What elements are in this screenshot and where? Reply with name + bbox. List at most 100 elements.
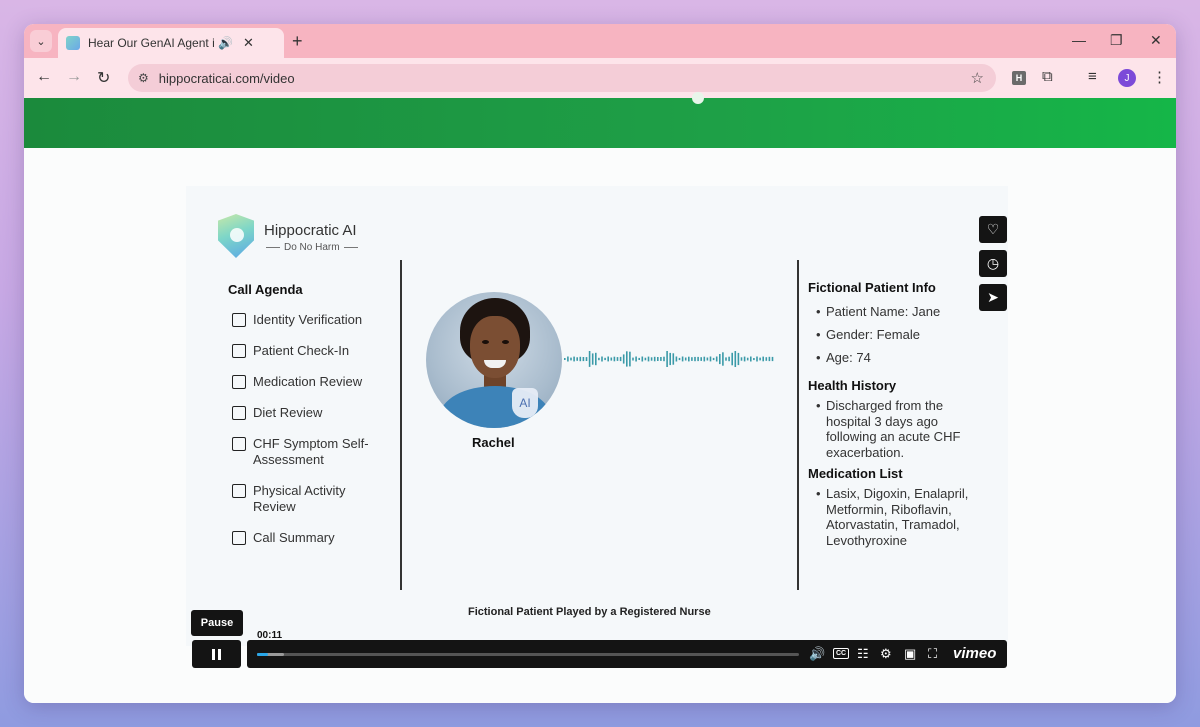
puzzle-icon[interactable]: ⧉	[1042, 68, 1053, 85]
waveform-bar	[567, 356, 569, 362]
vimeo-logo[interactable]: vimeo	[953, 645, 996, 662]
speaker-icon[interactable]: 🔊	[218, 36, 233, 50]
watch-later-button[interactable]: ◷	[979, 250, 1007, 277]
browser-tab[interactable]: Hear Our GenAI Agent in Action 🔊 ✕	[58, 28, 284, 58]
waveform-bar	[697, 356, 699, 362]
checkbox-icon	[232, 313, 246, 327]
info-text: Gender: Female	[826, 327, 920, 342]
tab-strip: ⌄ Hear Our GenAI Agent in Action 🔊 ✕ + —…	[24, 24, 1176, 58]
green-banner	[24, 92, 1176, 148]
waveform-bar	[691, 357, 693, 361]
patient-info-title: Fictional Patient Info	[808, 280, 936, 295]
player-control-bar: 🔊 CC ☷ ⚙ ▣ ⛶ vimeo	[247, 640, 1007, 668]
agenda-label: Diet Review	[253, 405, 323, 420]
heart-icon: ♡	[986, 221, 1000, 237]
agenda-item: Medication Review	[232, 374, 383, 390]
bullet: •	[816, 304, 821, 319]
waveform-bar	[604, 357, 606, 361]
picture-in-picture-icon[interactable]: ▣	[904, 646, 916, 662]
like-button[interactable]: ♡	[979, 216, 1007, 243]
progress-track[interactable]	[257, 653, 799, 656]
waveform-bar	[663, 356, 665, 362]
extension-h-icon[interactable]: H	[1012, 71, 1026, 85]
agenda-label: CHF Symptom Self-Assessment	[253, 436, 369, 467]
gear-icon[interactable]: ⚙	[880, 646, 892, 662]
waveform-bar	[722, 352, 724, 366]
cc-icon[interactable]: CC	[833, 648, 849, 659]
close-icon[interactable]: ✕	[243, 35, 254, 51]
pause-icon	[212, 648, 221, 660]
window-close-icon[interactable]: ✕	[1150, 32, 1162, 49]
minimize-icon[interactable]: —	[1072, 32, 1086, 48]
waveform-bar	[734, 351, 737, 367]
waveform-bar	[629, 351, 631, 367]
share-button[interactable]: ➤	[979, 284, 1007, 311]
bullet: •	[816, 350, 821, 365]
waveform-bar	[585, 357, 588, 361]
waveform-bar	[653, 356, 656, 362]
chevron-down-icon: ⌄	[36, 35, 46, 48]
playlist-icon[interactable]: ≡	[1088, 68, 1097, 85]
waveform-bar	[650, 357, 653, 361]
agenda-label: Physical Activity Review	[253, 483, 346, 514]
patient-info-item: • Age: 74	[816, 350, 986, 366]
portrait-eye	[502, 340, 509, 344]
ai-badge: AI	[512, 388, 538, 418]
video-caption: Fictional Patient Played by a Registered…	[468, 606, 711, 618]
waveform-bar	[688, 356, 690, 362]
arrow-right-icon[interactable]: →	[66, 68, 82, 86]
bullet: •	[816, 327, 821, 342]
waveform-bar	[743, 356, 746, 362]
waveform-bar	[598, 357, 600, 361]
waveform-bar	[765, 357, 768, 361]
waveform-bar	[591, 353, 594, 365]
waveform-bar	[638, 357, 640, 360]
checkbox-icon	[232, 484, 246, 498]
waveform-bar	[601, 356, 603, 362]
pause-button[interactable]	[192, 640, 241, 668]
plus-icon[interactable]: +	[292, 31, 303, 52]
pause-tooltip: Pause	[191, 610, 243, 636]
portrait-face	[470, 316, 520, 378]
agenda-title: Call Agenda	[228, 282, 303, 297]
tagline-rule	[343, 247, 358, 248]
waveform-bar	[750, 356, 752, 362]
arrow-left-icon[interactable]: ←	[36, 68, 52, 86]
waveform-bar	[694, 356, 696, 362]
restore-icon[interactable]: ❐	[1110, 32, 1123, 49]
checkbox-icon	[232, 375, 246, 389]
waveform-bar	[712, 357, 715, 361]
bullet: •	[816, 398, 821, 413]
fullscreen-icon[interactable]: ⛶	[928, 646, 937, 662]
waveform-bar	[564, 358, 566, 360]
waveform-bar	[644, 357, 647, 361]
waveform-bar	[709, 356, 712, 362]
waveform-bar	[657, 357, 659, 361]
waveform-bar	[576, 357, 578, 361]
progress-fill	[257, 653, 268, 656]
avatar[interactable]: J	[1118, 69, 1136, 87]
url-text[interactable]: hippocraticai.com/video	[159, 71, 295, 86]
kebab-icon[interactable]: ⋮	[1152, 68, 1167, 86]
checkbox-icon	[232, 406, 246, 420]
waveform-bar	[719, 354, 721, 365]
waveform-bar	[579, 356, 582, 362]
send-icon: ➤	[987, 289, 999, 305]
address-bar[interactable]: ⚙ hippocraticai.com/video ☆	[128, 64, 996, 92]
health-history-item: • Discharged from the hospital 3 days ag…	[816, 398, 976, 460]
waveform-bar	[647, 356, 650, 362]
patient-info-item: • Gender: Female	[816, 327, 986, 343]
tune-icon[interactable]: ⚙	[138, 71, 149, 85]
volume-icon[interactable]: 🔊	[809, 646, 825, 662]
reload-icon[interactable]: ↻	[97, 68, 110, 88]
waveform-bar	[570, 357, 572, 361]
tab-search-button[interactable]: ⌄	[30, 30, 52, 52]
video-frame[interactable]: Hippocratic AI Do No Harm Call Agenda Id…	[186, 186, 1008, 646]
waveform-bar	[762, 356, 764, 362]
waveform-bar	[666, 351, 668, 367]
waveform-bar	[573, 356, 575, 362]
transcript-icon[interactable]: ☷	[857, 646, 869, 662]
waveform-bar	[675, 356, 678, 362]
star-icon[interactable]: ☆	[971, 69, 984, 87]
bullet: •	[816, 486, 821, 501]
